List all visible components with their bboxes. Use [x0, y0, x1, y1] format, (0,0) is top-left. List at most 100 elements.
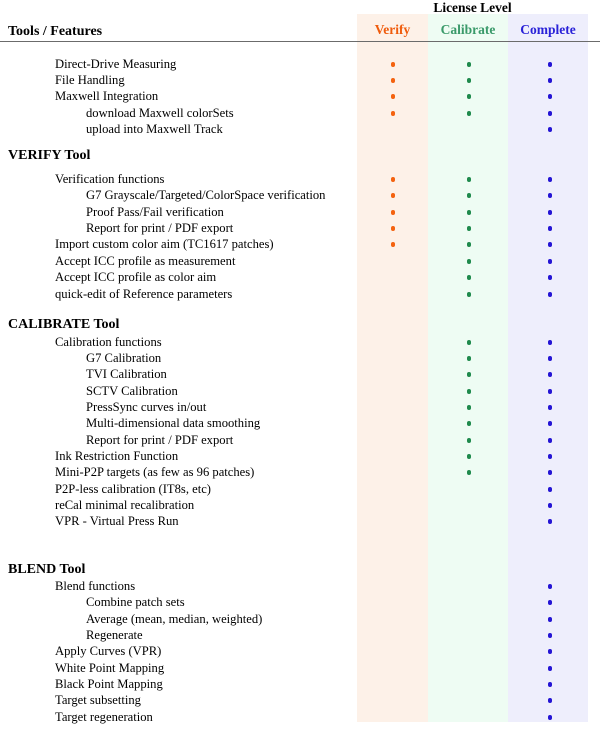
availability-dot-complete — [547, 666, 553, 671]
feature-label: Report for print / PDF export — [86, 221, 234, 235]
feature-row: VPR - Virtual Press Run — [0, 513, 600, 529]
availability-dot-complete — [547, 226, 553, 231]
availability-dot-complete — [547, 649, 553, 654]
feature-row: G7 Grayscale/Targeted/ColorSpace verific… — [0, 187, 600, 203]
availability-dot-complete — [547, 698, 553, 703]
availability-dot-complete — [547, 617, 553, 622]
availability-dot-calibrate — [466, 259, 472, 264]
feature-label: Report for print / PDF export — [86, 433, 234, 447]
feature-label: TVI Calibration — [86, 367, 167, 381]
availability-dot-calibrate — [466, 356, 472, 361]
availability-dot-calibrate — [466, 438, 472, 443]
availability-dot-verify — [390, 111, 396, 116]
section-heading-row: VERIFY Tool — [0, 148, 600, 164]
feature-label: Accept ICC profile as measurement — [55, 254, 236, 268]
availability-dot-calibrate — [466, 372, 472, 377]
availability-dot-complete — [547, 519, 553, 524]
availability-dot-complete — [547, 454, 553, 459]
availability-dot-complete — [547, 340, 553, 345]
availability-dot-calibrate — [466, 94, 472, 99]
feature-row: Accept ICC profile as color aim — [0, 269, 600, 285]
section-heading-label: CALIBRATE Tool — [8, 317, 120, 332]
feature-row: Maxwell Integration — [0, 88, 600, 104]
feature-row: Calibration functions — [0, 334, 600, 350]
feature-label: White Point Mapping — [55, 661, 165, 675]
feature-rows: Direct-Drive Measuring File Handling Maxwe… — [0, 0, 600, 731]
feature-row: Apply Curves (VPR) — [0, 643, 600, 659]
feature-row: download Maxwell colorSets — [0, 105, 600, 121]
availability-dot-calibrate — [466, 454, 472, 459]
feature-label: Combine patch sets — [86, 595, 185, 609]
feature-label: Import custom color aim (TC1617 patches) — [55, 237, 274, 251]
availability-dot-calibrate — [466, 389, 472, 394]
availability-dot-verify — [390, 62, 396, 67]
availability-dot-calibrate — [466, 275, 472, 280]
feature-label: PressSync curves in/out — [86, 400, 207, 414]
feature-label: Calibration functions — [55, 335, 162, 349]
feature-row: Mini-P2P targets (as few as 96 patches) — [0, 464, 600, 480]
feature-label: reCal minimal recalibration — [55, 498, 195, 512]
feature-row: Import custom color aim (TC1617 patches) — [0, 236, 600, 252]
feature-row: Multi-dimensional data smoothing — [0, 415, 600, 431]
header-divider-rule — [0, 41, 600, 42]
feature-label: download Maxwell colorSets — [86, 106, 234, 120]
feature-row: Average (mean, median, weighted) — [0, 611, 600, 627]
availability-dot-calibrate — [466, 470, 472, 475]
feature-row: TVI Calibration — [0, 366, 600, 382]
feature-row: G7 Calibration — [0, 350, 600, 366]
feature-label: G7 Calibration — [86, 351, 162, 365]
feature-label: quick-edit of Reference parameters — [55, 287, 233, 301]
feature-label: Maxwell Integration — [55, 89, 159, 103]
availability-dot-complete — [547, 682, 553, 687]
availability-dot-complete — [547, 292, 553, 297]
availability-dot-calibrate — [466, 292, 472, 297]
feature-row: Proof Pass/Fail verification — [0, 204, 600, 220]
feature-label: Multi-dimensional data smoothing — [86, 416, 261, 430]
feature-label: Average (mean, median, weighted) — [86, 612, 263, 626]
availability-dot-complete — [547, 193, 553, 198]
section-heading-label: BLEND Tool — [8, 562, 86, 577]
availability-dot-complete — [547, 421, 553, 426]
feature-row: SCTV Calibration — [0, 383, 600, 399]
availability-dot-calibrate — [466, 210, 472, 215]
availability-dot-complete — [547, 715, 553, 720]
availability-dot-complete — [547, 584, 553, 589]
feature-label: Mini-P2P targets (as few as 96 patches) — [55, 465, 255, 479]
feature-row: Black Point Mapping — [0, 676, 600, 692]
availability-dot-complete — [547, 438, 553, 443]
feature-row: Blend functions — [0, 578, 600, 594]
feature-row: Regenerate — [0, 627, 600, 643]
feature-comparison-sheet: License Level Verify Calibrate Complete … — [0, 0, 600, 731]
section-heading-row: CALIBRATE Tool — [0, 317, 600, 333]
feature-row: Direct-Drive Measuring — [0, 56, 600, 72]
availability-dot-calibrate — [466, 421, 472, 426]
feature-label: upload into Maxwell Track — [86, 122, 223, 136]
availability-dot-complete — [547, 275, 553, 280]
feature-row: Ink Restriction Function — [0, 448, 600, 464]
availability-dot-verify — [390, 94, 396, 99]
availability-dot-verify — [390, 242, 396, 247]
availability-dot-calibrate — [466, 193, 472, 198]
availability-dot-complete — [547, 372, 553, 377]
feature-label: Proof Pass/Fail verification — [86, 205, 224, 219]
availability-dot-calibrate — [466, 111, 472, 116]
section-heading-label: VERIFY Tool — [8, 148, 91, 163]
feature-row: Target subsetting — [0, 692, 600, 708]
availability-dot-calibrate — [466, 62, 472, 67]
feature-label: Apply Curves (VPR) — [55, 644, 162, 658]
availability-dot-verify — [390, 193, 396, 198]
feature-row: quick-edit of Reference parameters — [0, 286, 600, 302]
availability-dot-calibrate — [466, 405, 472, 410]
availability-dot-complete — [547, 78, 553, 83]
availability-dot-calibrate — [466, 78, 472, 83]
feature-row: PressSync curves in/out — [0, 399, 600, 415]
availability-dot-calibrate — [466, 226, 472, 231]
feature-label: Black Point Mapping — [55, 677, 163, 691]
feature-row: Accept ICC profile as measurement — [0, 253, 600, 269]
availability-dot-complete — [547, 389, 553, 394]
feature-label: VPR - Virtual Press Run — [55, 514, 179, 528]
feature-label: G7 Grayscale/Targeted/ColorSpace verific… — [86, 188, 326, 202]
feature-row: White Point Mapping — [0, 660, 600, 676]
feature-row: reCal minimal recalibration — [0, 497, 600, 513]
feature-label: Blend functions — [55, 579, 136, 593]
